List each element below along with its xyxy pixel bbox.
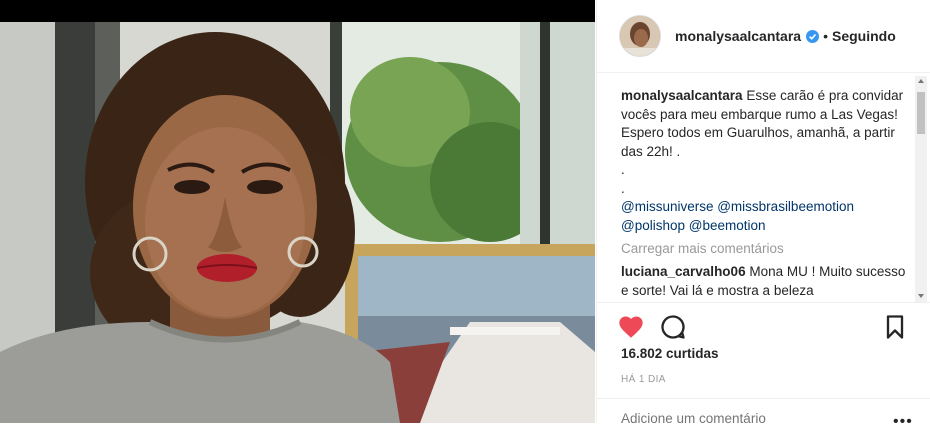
post-timestamp[interactable]: HÁ 1 DIA bbox=[621, 374, 666, 385]
add-comment-bar: ••• bbox=[597, 398, 930, 430]
comment-username[interactable]: luciana_carvalho06 bbox=[621, 264, 746, 279]
heart-filled-icon[interactable] bbox=[617, 313, 645, 341]
load-more-comments-button[interactable]: Carregar mais comentários bbox=[621, 241, 913, 256]
more-options-icon[interactable]: ••• bbox=[893, 413, 913, 431]
add-comment-input[interactable] bbox=[621, 411, 871, 426]
follow-button[interactable]: Seguindo bbox=[832, 28, 896, 44]
comments-scrollbar[interactable] bbox=[915, 76, 927, 302]
caption: monalysaalcantara Esse carão é pra convi… bbox=[621, 87, 913, 235]
post-header: monalysaalcantara • Seguindo bbox=[597, 0, 930, 73]
scroll-down-arrow-icon[interactable] bbox=[918, 294, 924, 298]
action-bar bbox=[597, 302, 930, 351]
post-photo[interactable] bbox=[0, 22, 595, 423]
post-sidebar: monalysaalcantara • Seguindo monalysaalc… bbox=[596, 0, 930, 430]
caption-username[interactable]: monalysaalcantara bbox=[621, 88, 743, 103]
header-text: monalysaalcantara • Seguindo bbox=[675, 28, 896, 44]
separator-dot: • bbox=[823, 28, 828, 44]
comment-bubble-icon[interactable] bbox=[659, 313, 687, 341]
scrollbar-thumb[interactable] bbox=[917, 92, 925, 134]
username-link[interactable]: monalysaalcantara bbox=[675, 28, 801, 44]
caption-dot: . bbox=[621, 180, 625, 196]
likes-count[interactable]: 16.802 curtidas bbox=[621, 346, 719, 361]
caption-tags[interactable]: @polishop @beemotion bbox=[621, 217, 913, 236]
avatar[interactable] bbox=[619, 15, 661, 57]
caption-tags[interactable]: @missuniverse @missbrasilbeemotion bbox=[621, 198, 913, 217]
comment-item: luciana_carvalho06 Mona MU ! Muito suces… bbox=[621, 262, 913, 300]
post-photo-pane bbox=[0, 0, 595, 423]
comments-list: monalysaalcantara Esse carão é pra convi… bbox=[597, 73, 913, 301]
verified-badge-icon bbox=[806, 29, 820, 43]
bookmark-icon[interactable] bbox=[881, 313, 909, 341]
scroll-up-arrow-icon[interactable] bbox=[918, 79, 924, 83]
caption-dot: . bbox=[621, 162, 625, 177]
